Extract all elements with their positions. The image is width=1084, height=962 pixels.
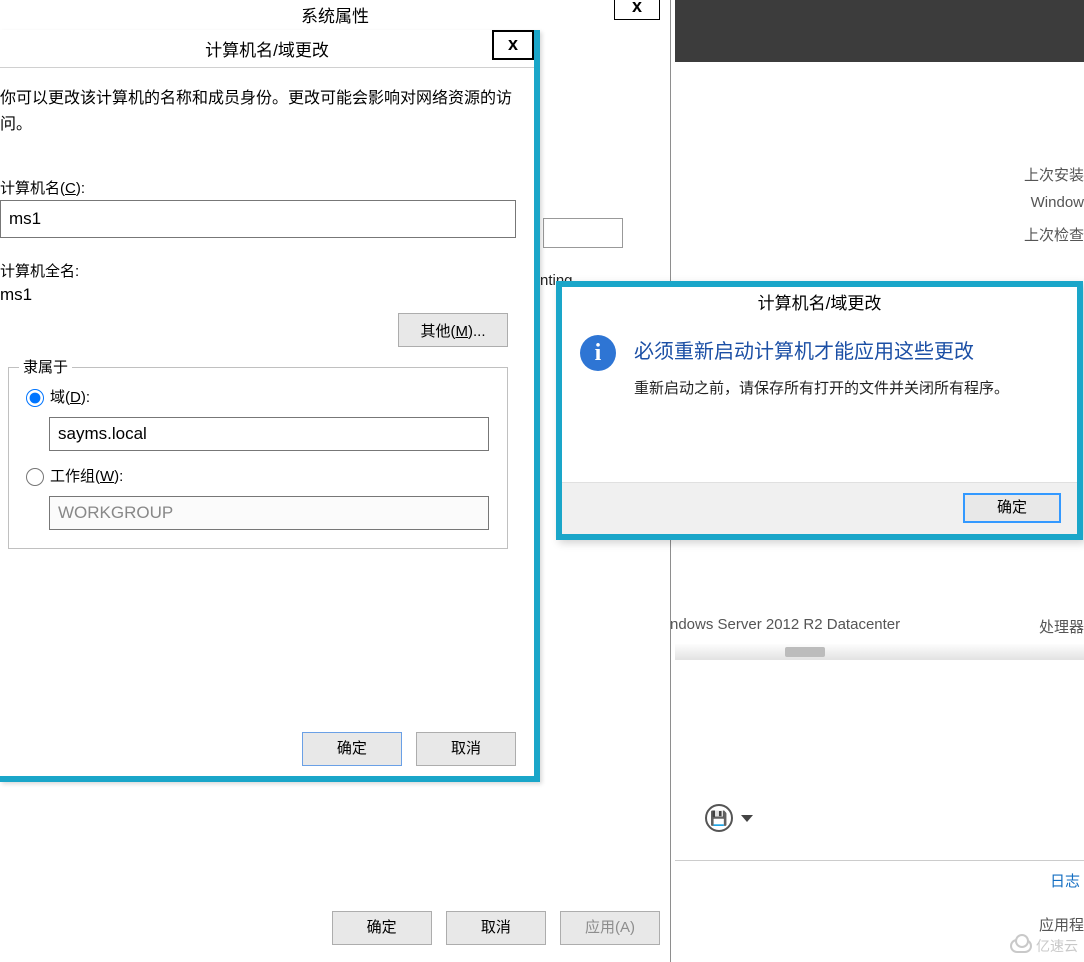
- ok-button[interactable]: 确定: [302, 732, 402, 766]
- task-dropdown[interactable]: 💾: [705, 804, 753, 832]
- dialog-button-row: 确定 取消: [292, 732, 516, 766]
- apply-button: 应用(A): [560, 911, 660, 945]
- domain-radio[interactable]: [26, 389, 44, 407]
- system-properties-title-text: 系统属性: [301, 7, 369, 26]
- label-windows: Window: [1031, 194, 1084, 211]
- messagebox-footer: 确定: [562, 482, 1077, 534]
- divider: [675, 860, 1084, 861]
- label-cpu: 处理器: [1039, 616, 1084, 637]
- chevron-down-icon: [741, 815, 753, 822]
- server-manager-header-fragment: [675, 0, 1084, 62]
- domain-input[interactable]: [49, 417, 489, 451]
- ok-button[interactable]: 确定: [963, 493, 1061, 523]
- cancel-button[interactable]: 取消: [446, 911, 546, 945]
- ok-button[interactable]: 确定: [332, 911, 432, 945]
- close-button[interactable]: x: [492, 30, 534, 60]
- system-properties-button-row: 确定 取消 应用(A): [0, 911, 660, 957]
- link-log[interactable]: 日志: [1050, 870, 1080, 891]
- label-os-version: ndows Server 2012 R2 Datacenter: [670, 616, 900, 633]
- member-of-legend: 隶属于: [19, 356, 72, 377]
- computer-fullname-value: ms1: [0, 283, 526, 307]
- computer-name-input[interactable]: [0, 200, 516, 238]
- workgroup-input: [49, 496, 489, 530]
- watermark-text: 亿速云: [1036, 936, 1078, 956]
- close-button[interactable]: x: [614, 0, 660, 20]
- messagebox-heading: 必须重新启动计算机才能应用这些更改: [634, 335, 1009, 364]
- info-icon: i: [580, 335, 616, 371]
- computer-fullname-label: 计算机全名:: [0, 260, 526, 281]
- cancel-button[interactable]: 取消: [416, 732, 516, 766]
- dialog-title-text: 计算机名/域更改: [205, 30, 329, 61]
- workgroup-radio-label: 工作组(W):: [50, 465, 123, 486]
- disk-icon: 💾: [705, 804, 733, 832]
- messagebox-title: 计算机名/域更改: [562, 287, 1077, 317]
- label-app: 应用程: [1039, 914, 1084, 935]
- workgroup-radio-row[interactable]: 工作组(W):: [21, 465, 495, 486]
- computer-name-domain-change-dialog: 计算机名/域更改 x 你可以更改该计算机的名称和成员身份。更改可能会影响对网络资…: [0, 30, 540, 782]
- workgroup-radio[interactable]: [26, 468, 44, 486]
- watermark: 亿速云: [1010, 936, 1078, 956]
- system-properties-title: 系统属性 x: [0, 0, 670, 28]
- domain-radio-label: 域(D):: [50, 386, 90, 407]
- messagebox-body: 重新启动之前，请保存所有打开的文件并关闭所有程序。: [634, 378, 1009, 401]
- horizontal-scrollbar[interactable]: [675, 644, 1084, 660]
- restart-required-messagebox: 计算机名/域更改 i 必须重新启动计算机才能应用这些更改 重新启动之前，请保存所…: [556, 281, 1083, 540]
- dialog-titlebar: 计算机名/域更改 x: [0, 30, 534, 68]
- label-last-install: 上次安装: [1024, 164, 1084, 185]
- member-of-group: 隶属于 域(D): 工作组(W):: [8, 367, 508, 549]
- dialog-intro-text: 你可以更改该计算机的名称和成员身份。更改可能会影响对网络资源的访问。: [0, 86, 526, 137]
- computer-name-label: 计算机名(C):: [0, 177, 526, 198]
- cloud-icon: [1010, 939, 1032, 953]
- domain-radio-row[interactable]: 域(D):: [21, 386, 495, 407]
- description-field-fragment[interactable]: [543, 218, 623, 248]
- label-last-check: 上次检查: [1024, 224, 1084, 245]
- more-button[interactable]: 其他(M)...: [398, 313, 508, 347]
